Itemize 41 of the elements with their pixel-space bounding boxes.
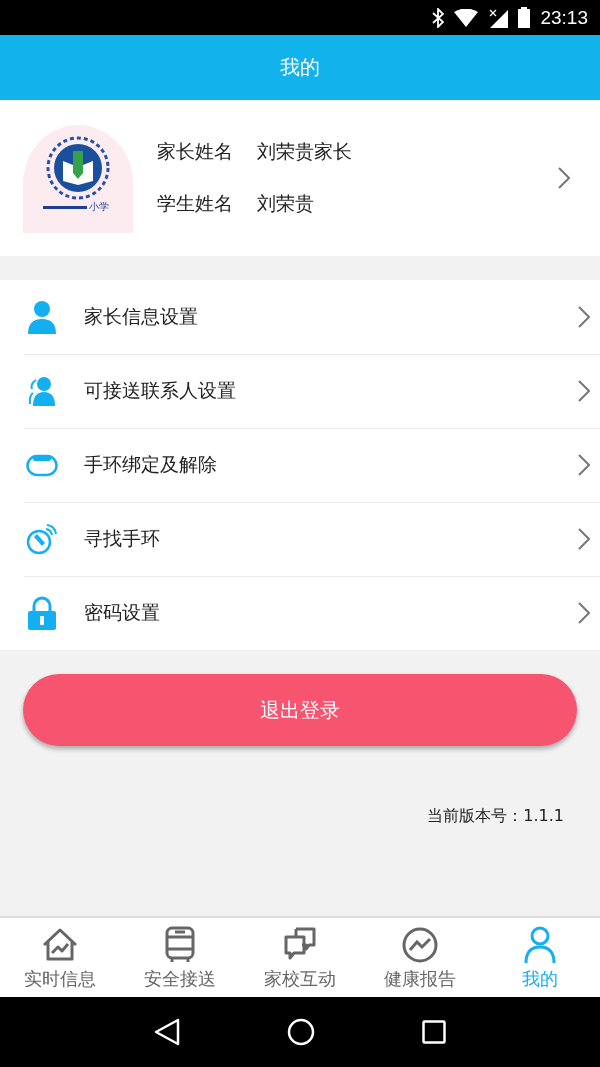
- back-icon[interactable]: [153, 1018, 180, 1046]
- version-text: 当前版本号：1.1.1: [427, 806, 564, 827]
- tab[interactable]: 家校互动: [240, 918, 360, 997]
- people-icon: [27, 376, 57, 406]
- chevron-right-icon: [578, 454, 590, 476]
- menu-label: 家长信息设置: [84, 304, 199, 329]
- wristband-icon: [26, 453, 58, 477]
- chevron-right-icon: [558, 167, 570, 189]
- tab[interactable]: 实时信息: [0, 918, 120, 997]
- recents-icon[interactable]: [422, 1020, 447, 1044]
- field-value: 刘荣贵家长: [257, 139, 352, 164]
- bluetooth-icon: [432, 7, 445, 28]
- cell-signal-icon: [488, 7, 509, 28]
- clock: 23:13: [540, 6, 588, 29]
- chevron-right-icon: [578, 602, 590, 624]
- chevron-right-icon: [578, 306, 590, 328]
- person-icon: [27, 300, 57, 334]
- home-icon[interactable]: [287, 1018, 315, 1046]
- lock-icon: [26, 596, 58, 630]
- wifi-icon: [454, 8, 479, 27]
- menu-label: 可接送联系人设置: [84, 378, 237, 403]
- profile-card[interactable]: 小学 家长姓名 刘荣贵家长 学生姓名 刘荣贵: [0, 100, 600, 256]
- menu-label: 寻找手环: [84, 526, 161, 551]
- menu-item[interactable]: 密码设置: [0, 576, 600, 650]
- field-label: 学生姓名: [157, 191, 233, 216]
- menu-label: 手环绑定及解除: [84, 452, 218, 477]
- menu-item[interactable]: 手环绑定及解除: [0, 428, 600, 502]
- page-title: 我的: [280, 54, 320, 81]
- field-label: 家长姓名: [157, 139, 233, 164]
- logo-caption: 小学: [89, 200, 109, 214]
- tab[interactable]: 健康报告: [360, 918, 480, 997]
- chevron-right-icon: [578, 380, 590, 402]
- field-value: 刘荣贵: [257, 191, 314, 216]
- menu-item[interactable]: 家长信息设置: [0, 280, 600, 354]
- signal-ring-icon: [26, 523, 58, 555]
- menu-item[interactable]: 可接送联系人设置: [0, 354, 600, 428]
- battery-icon: [518, 7, 531, 28]
- tab[interactable]: 安全接送: [120, 918, 240, 997]
- chevron-right-icon: [578, 528, 590, 550]
- menu-label: 密码设置: [84, 600, 161, 625]
- menu-item[interactable]: 寻找手环: [0, 502, 600, 576]
